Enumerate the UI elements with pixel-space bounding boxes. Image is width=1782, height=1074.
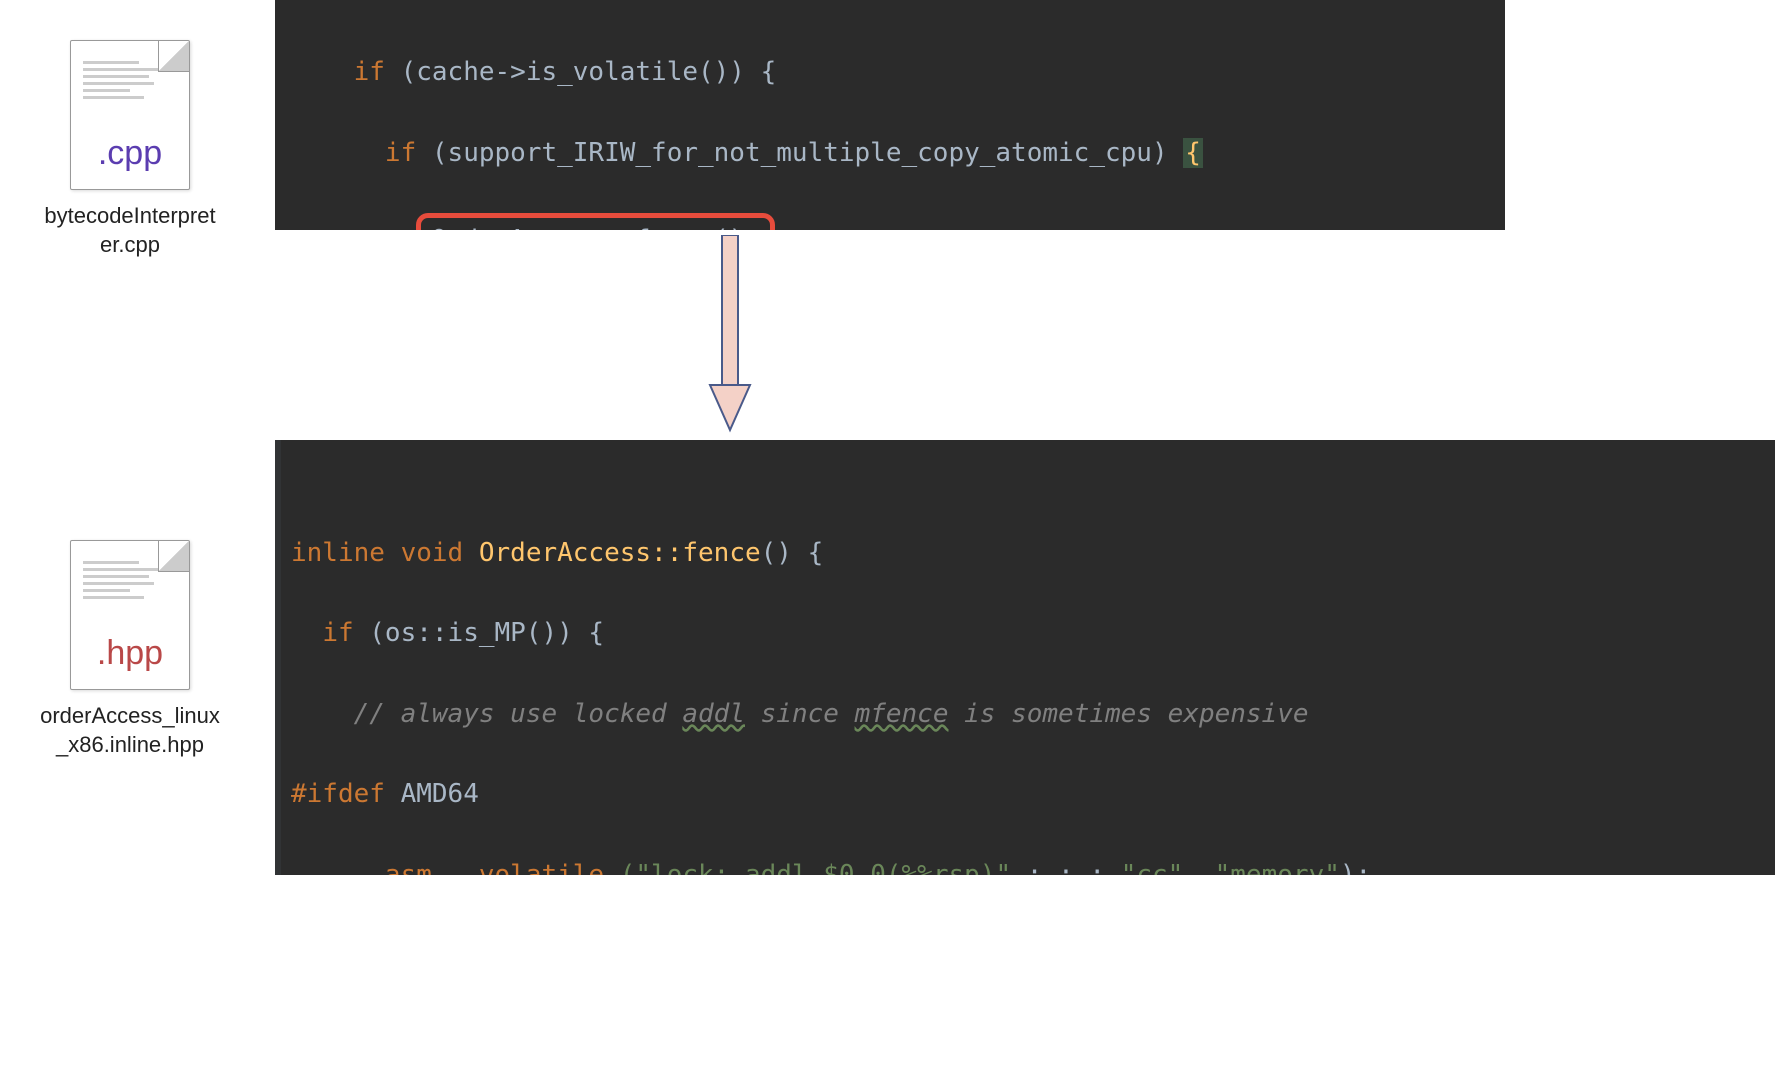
code-line-highlighted: OrderAccess::fence(); bbox=[291, 213, 1489, 230]
code-line: inline void OrderAccess::fence() { bbox=[291, 533, 1759, 573]
editor-gutter bbox=[275, 440, 281, 875]
highlight-box: OrderAccess::fence(); bbox=[416, 213, 775, 230]
file-name-label: bytecodeInterpret er.cpp bbox=[20, 202, 240, 259]
file-extension-label: .hpp bbox=[71, 634, 189, 673]
code-line: if (support_IRIW_for_not_multiple_copy_a… bbox=[291, 133, 1489, 173]
file-extension-label: .cpp bbox=[71, 134, 189, 173]
file-icon-cpp: .cpp bytecodeInterpret er.cpp bbox=[20, 40, 240, 259]
file-icon-hpp: .hpp orderAccess_linux _x86.inline.hpp bbox=[20, 540, 240, 759]
file-name-label: orderAccess_linux _x86.inline.hpp bbox=[20, 702, 240, 759]
code-snippet-orderaccess: inline void OrderAccess::fence() { if (o… bbox=[275, 440, 1775, 875]
code-line: if (cache->is_volatile()) { bbox=[291, 52, 1489, 92]
code-snippet-bytecodeinterpreter: if (cache->is_volatile()) { if (support_… bbox=[275, 0, 1505, 230]
document-icon: .cpp bbox=[70, 40, 190, 190]
code-line: #ifdef AMD64 bbox=[291, 774, 1759, 814]
arrow-down-icon bbox=[700, 235, 760, 435]
code-line-comment: // always use locked addl since mfence i… bbox=[291, 694, 1759, 734]
code-line: if (os::is_MP()) { bbox=[291, 613, 1759, 653]
document-icon: .hpp bbox=[70, 540, 190, 690]
code-line: __asm__ volatile ("lock; addl $0,0(%%rsp… bbox=[291, 855, 1759, 875]
